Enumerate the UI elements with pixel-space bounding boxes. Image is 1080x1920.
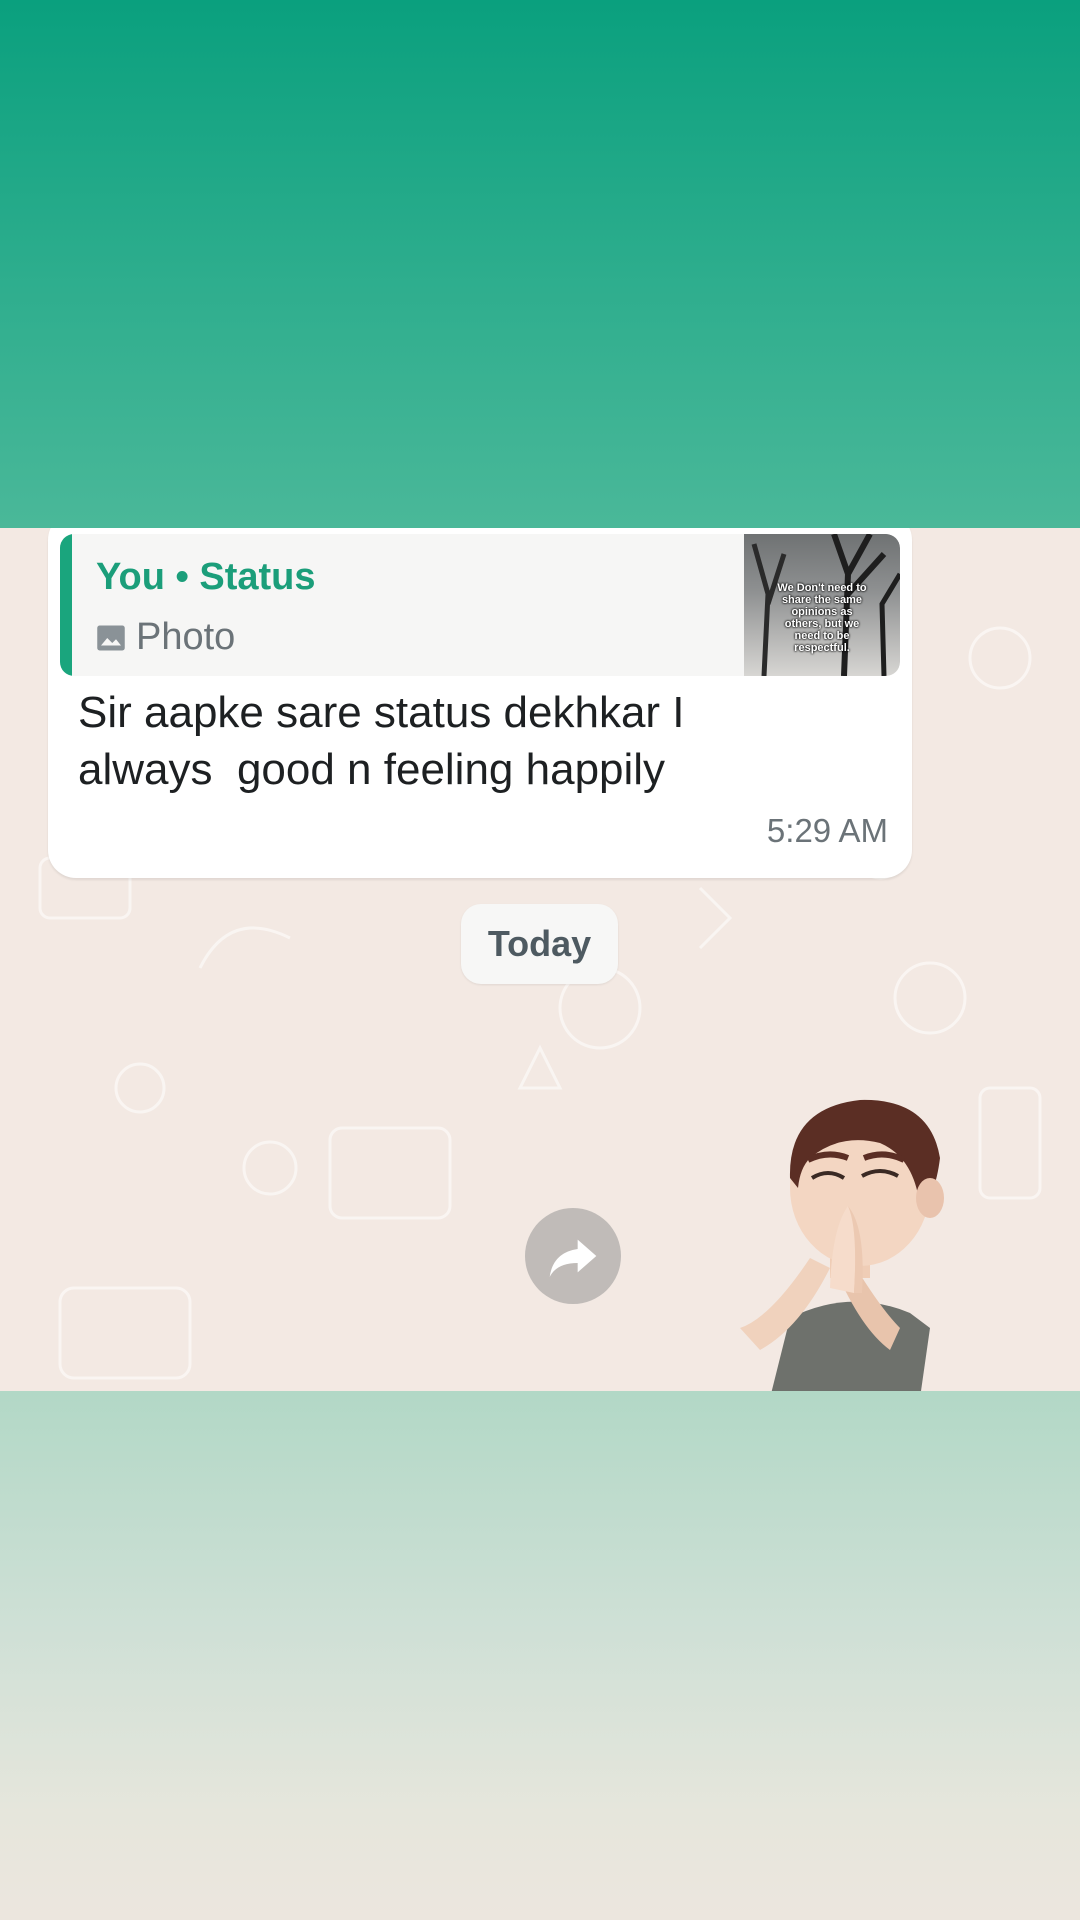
quote-title: You • Status xyxy=(96,556,316,598)
top-background-band xyxy=(0,0,1080,528)
quote-subtitle: Photo xyxy=(96,616,235,659)
forward-arrow-icon xyxy=(549,1239,597,1277)
message-text: Sir aapke sare status dekhkar I always g… xyxy=(78,688,685,794)
thumbnail-quote-text: We Don't need to share the same opinions… xyxy=(777,582,867,654)
avatar-sticker-namaste[interactable] xyxy=(730,1088,970,1391)
quoted-status-reply[interactable]: You • Status Photo We Don't need to shar… xyxy=(60,534,900,676)
incoming-message-bubble[interactable]: You • Status Photo We Don't need to shar… xyxy=(48,528,912,878)
message-timestamp: 5:29 AM xyxy=(766,812,888,849)
photo-icon xyxy=(97,625,125,650)
bottom-background-band xyxy=(0,1391,1080,1920)
date-divider: Today xyxy=(461,904,618,984)
status-thumbnail[interactable]: We Don't need to share the same opinions… xyxy=(744,534,900,676)
quote-subtitle-text: Photo xyxy=(136,616,236,658)
chat-area[interactable]: You • Status Photo We Don't need to shar… xyxy=(0,528,1080,1391)
quote-accent-bar xyxy=(60,534,72,676)
forward-button[interactable] xyxy=(525,1208,621,1304)
